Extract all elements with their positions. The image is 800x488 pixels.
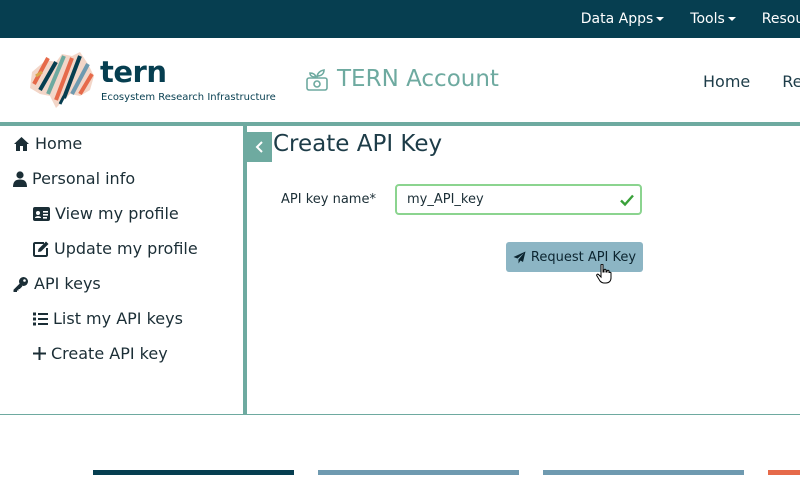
top-nav-tools[interactable]: Tools [690, 11, 736, 27]
sidebar-toggle-button[interactable] [247, 132, 272, 162]
caret-down-icon [656, 17, 665, 21]
request-api-key-button[interactable]: Request API Key [506, 242, 643, 272]
top-nav-tools-label: Tools [690, 11, 725, 27]
sidebar-item-view-profile[interactable]: View my profile [33, 204, 179, 223]
top-nav-resources[interactable]: Resour [762, 11, 800, 27]
main-nav: Home Res [703, 72, 800, 91]
content-divider [0, 414, 800, 415]
api-key-name-label: API key name* [281, 192, 376, 207]
main-nav-home[interactable]: Home [703, 72, 750, 91]
sidebar-item-label: Update my profile [54, 239, 198, 258]
sidebar-item-api-keys[interactable]: API keys [13, 274, 101, 293]
chevron-left-icon [255, 141, 263, 153]
top-nav-data-apps-label: Data Apps [580, 11, 654, 27]
sidebar-divider [243, 126, 247, 415]
plus-icon [33, 347, 46, 360]
key-icon [13, 276, 28, 292]
top-bar: Data Apps Tools Resour [0, 0, 800, 38]
list-icon [33, 312, 48, 325]
plant-box-icon [306, 69, 328, 91]
sidebar-item-label: Create API key [51, 344, 168, 363]
sidebar: Home Personal info View my profile Updat… [0, 126, 244, 415]
top-nav-resources-label: Resour [761, 11, 800, 27]
footer-bar-navy [93, 470, 294, 475]
sidebar-item-list-api-keys[interactable]: List my API keys [33, 309, 183, 328]
check-icon [620, 194, 634, 207]
hand-cursor-icon [596, 264, 612, 284]
account-title: TERN Account [337, 66, 499, 92]
api-key-name-input[interactable] [395, 184, 642, 215]
sidebar-item-home[interactable]: Home [13, 134, 82, 153]
request-api-key-label: Request API Key [530, 249, 637, 265]
edit-icon [33, 241, 49, 257]
main-nav-resources[interactable]: Res [782, 72, 800, 91]
page-title: Create API Key [273, 131, 443, 157]
top-nav-data-apps[interactable]: Data Apps [581, 11, 665, 27]
sidebar-item-update-profile[interactable]: Update my profile [33, 239, 198, 258]
tern-logo-icon[interactable] [26, 50, 96, 110]
paper-plane-icon [513, 251, 526, 263]
caret-down-icon [727, 17, 736, 21]
top-nav: Data Apps Tools Resour [555, 0, 800, 38]
brand-name: tern [100, 55, 167, 89]
sidebar-item-label: Home [35, 134, 83, 153]
footer-bar-blue-2 [543, 470, 744, 475]
sidebar-item-personal-info[interactable]: Personal info [13, 169, 135, 188]
site-header: tern Ecosystem Research Infrastructure T… [0, 38, 800, 122]
sidebar-item-label: API keys [34, 274, 101, 293]
footer-bar-blue-1 [318, 470, 519, 475]
sidebar-item-label: Personal info [32, 169, 136, 188]
brand-subtitle: Ecosystem Research Infrastructure [101, 92, 276, 103]
home-icon [14, 136, 29, 151]
footer-bar-orange [768, 470, 800, 475]
id-card-icon [33, 206, 50, 221]
sidebar-item-label: View my profile [55, 204, 179, 223]
user-icon [13, 170, 27, 187]
sidebar-item-create-api-key[interactable]: Create API key [33, 344, 168, 363]
sidebar-item-label: List my API keys [53, 309, 183, 328]
